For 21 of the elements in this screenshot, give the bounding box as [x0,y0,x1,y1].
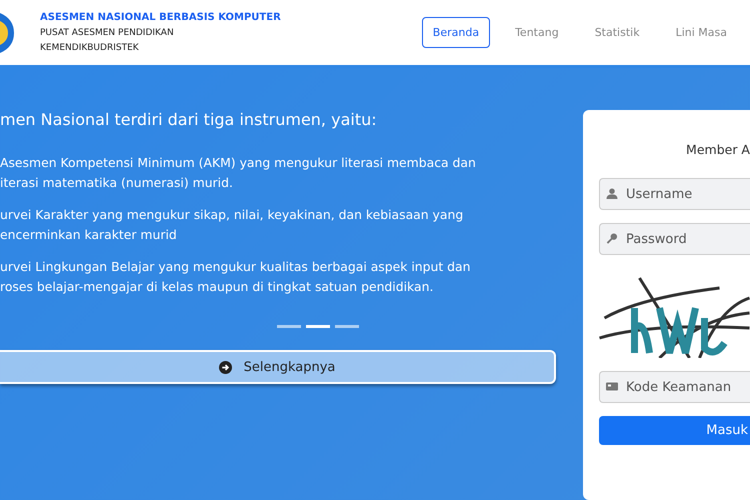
more-button[interactable]: Selengkapnya [0,350,556,384]
nav-link[interactable]: Beranda [422,17,490,48]
username-field[interactable]: Username [599,178,750,210]
login-button[interactable]: Masuk [599,416,750,445]
carousel-indicator[interactable] [306,325,330,328]
login-title: Member A [685,142,750,157]
nav-link[interactable]: Lini Masa [664,17,738,48]
instrument-description: urvei Lingkungan Belajar yang mengukur kualitas berbagai aspek input dan roses belajar-mengajar di kelas maupun di tingkat satuan pendidikan. [0,258,472,296]
carousel-indicator[interactable] [335,325,359,328]
site-title: ASESMEN NASIONAL BERBASIS KOMPUTER [40,12,281,23]
instrument-description: urvei Karakter yang mengukur sikap, nilai, keyakinan, dan kebiasaan yang encerminkan karakter murid [0,206,464,244]
security-code-field[interactable]: Kode Keamanan [599,371,750,403]
site-subtitle: PUSAT ASESMEN PENDIDIKAN [40,28,175,38]
nav-link[interactable]: Tentang [504,17,570,48]
nav-link[interactable]: Statistik [584,17,651,48]
site-subtitle: KEMENDIKBUDRISTEK [40,43,140,53]
arrow-circle-icon [218,360,232,374]
instrument-description: Asesmen Kompetensi Minimum (AKM) yang mengukur literasi membaca dan iterasi matematika (numerasi) murid. [0,154,477,192]
carousel-indicator[interactable] [277,325,301,328]
hero-heading: men Nasional terdiri dari tiga instrumen, yaitu: [0,110,378,129]
password-field[interactable]: Password [599,223,750,255]
